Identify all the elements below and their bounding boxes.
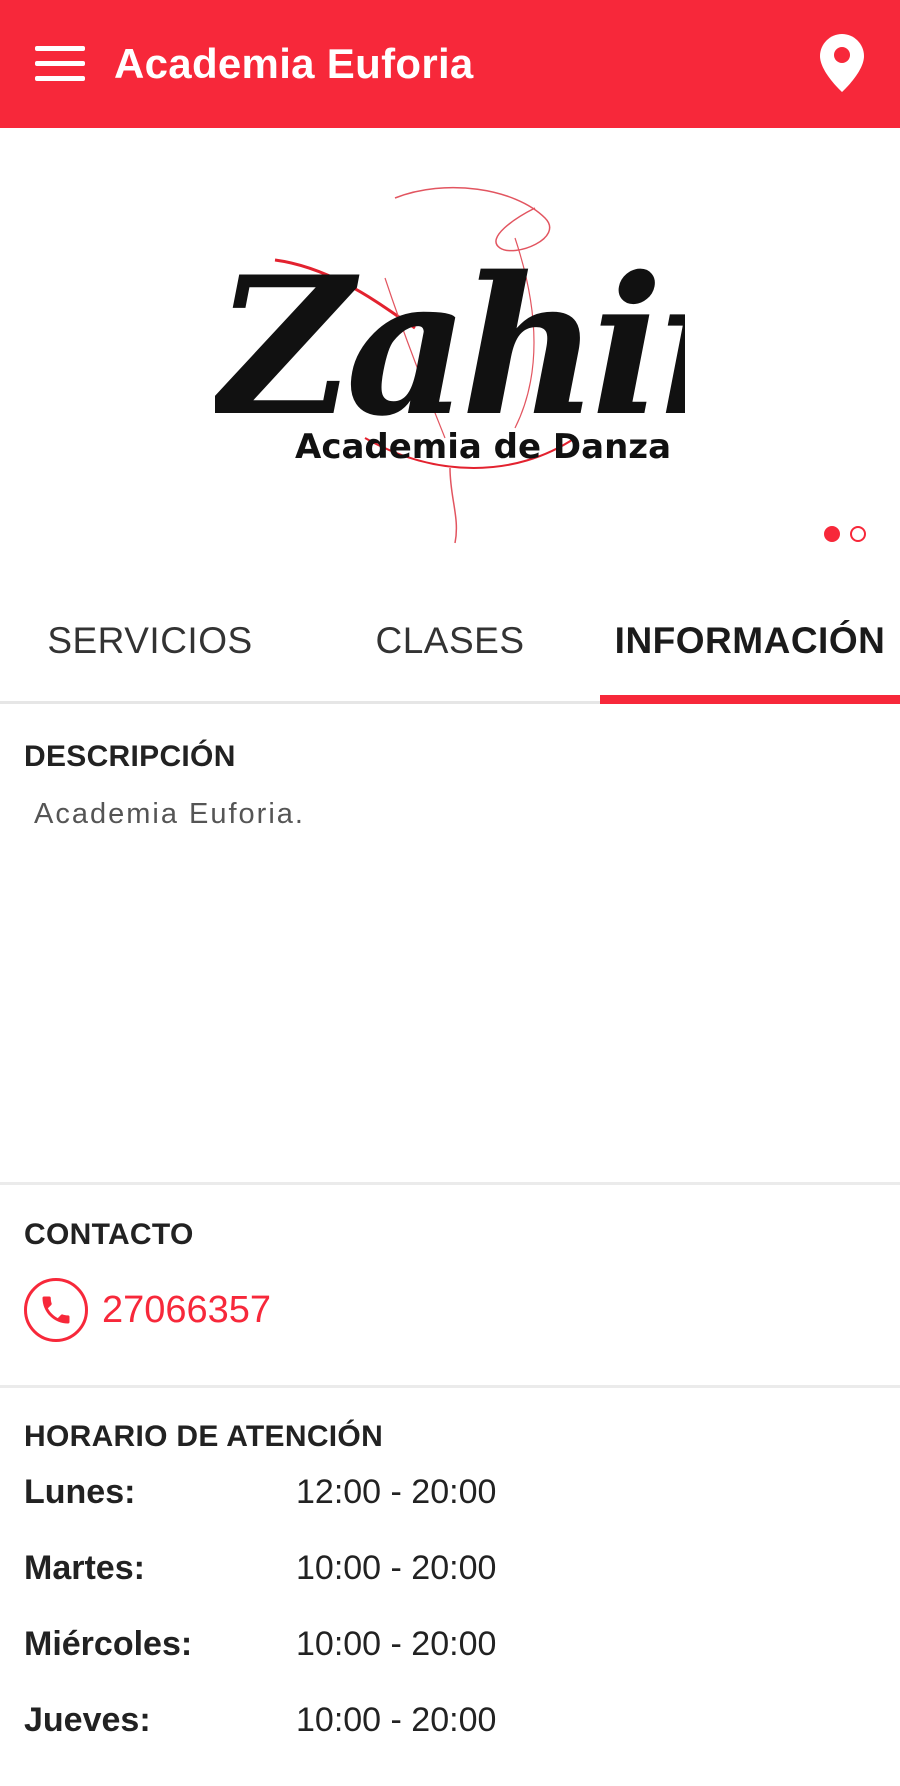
time-range: 10:00 - 20:00 [296,1548,497,1587]
tab-clases[interactable]: CLASES [300,580,600,701]
day-label: Martes: [24,1548,145,1587]
tab-informacion[interactable]: INFORMACIÓN [600,580,900,704]
logo-wordmark: Zahir [215,235,685,458]
hours-row: Lunes: 12:00 - 20:00 [24,1454,884,1530]
time-range: 10:00 - 20:00 [296,1700,497,1739]
academy-logo: Zahir Academia de Danza [208,178,775,548]
day-label: Jueves: [24,1700,151,1739]
app-title: Academia Euforia [114,40,474,87]
carousel-dot-1[interactable] [824,526,840,542]
contact-section: CONTACTO 27066357 [24,1218,271,1342]
divider [0,1182,900,1185]
description-section: DESCRIPCIÓN Academia Euforia. [24,740,305,831]
hours-row: Jueves: 10:00 - 20:00 [24,1682,884,1758]
divider [0,1385,900,1388]
location-pin-icon [820,34,864,92]
carousel-indicator [824,526,866,542]
tab-bar: SERVICIOS CLASES INFORMACIÓN [0,580,900,704]
menu-button[interactable] [30,34,90,94]
day-label: Miércoles: [24,1624,193,1663]
hamburger-menu-icon [35,46,85,81]
opening-hours-section: HORARIO DE ATENCIÓN Lunes: 12:00 - 20:00… [24,1420,884,1758]
phone-number[interactable]: 27066357 [102,1289,271,1332]
hours-row: Miércoles: 10:00 - 20:00 [24,1606,884,1682]
time-range: 12:00 - 20:00 [296,1472,497,1511]
description-text: Academia Euforia. [34,798,305,830]
tab-servicios[interactable]: SERVICIOS [0,580,300,701]
hours-title: HORARIO DE ATENCIÓN [24,1420,384,1453]
carousel-dot-2[interactable] [850,526,866,542]
logo-subtitle: Academia de Danza [295,427,671,467]
contact-title: CONTACTO [24,1218,194,1251]
location-button[interactable] [812,30,872,96]
phone-icon [24,1278,88,1342]
app-bar: Academia Euforia [0,0,900,128]
hours-row: Martes: 10:00 - 20:00 [24,1530,884,1606]
description-title: DESCRIPCIÓN [24,740,236,773]
phone-link[interactable]: 27066357 [24,1278,271,1342]
time-range: 10:00 - 20:00 [296,1624,497,1663]
day-label: Lunes: [24,1472,136,1511]
image-carousel[interactable]: Zahir Academia de Danza [0,128,900,568]
